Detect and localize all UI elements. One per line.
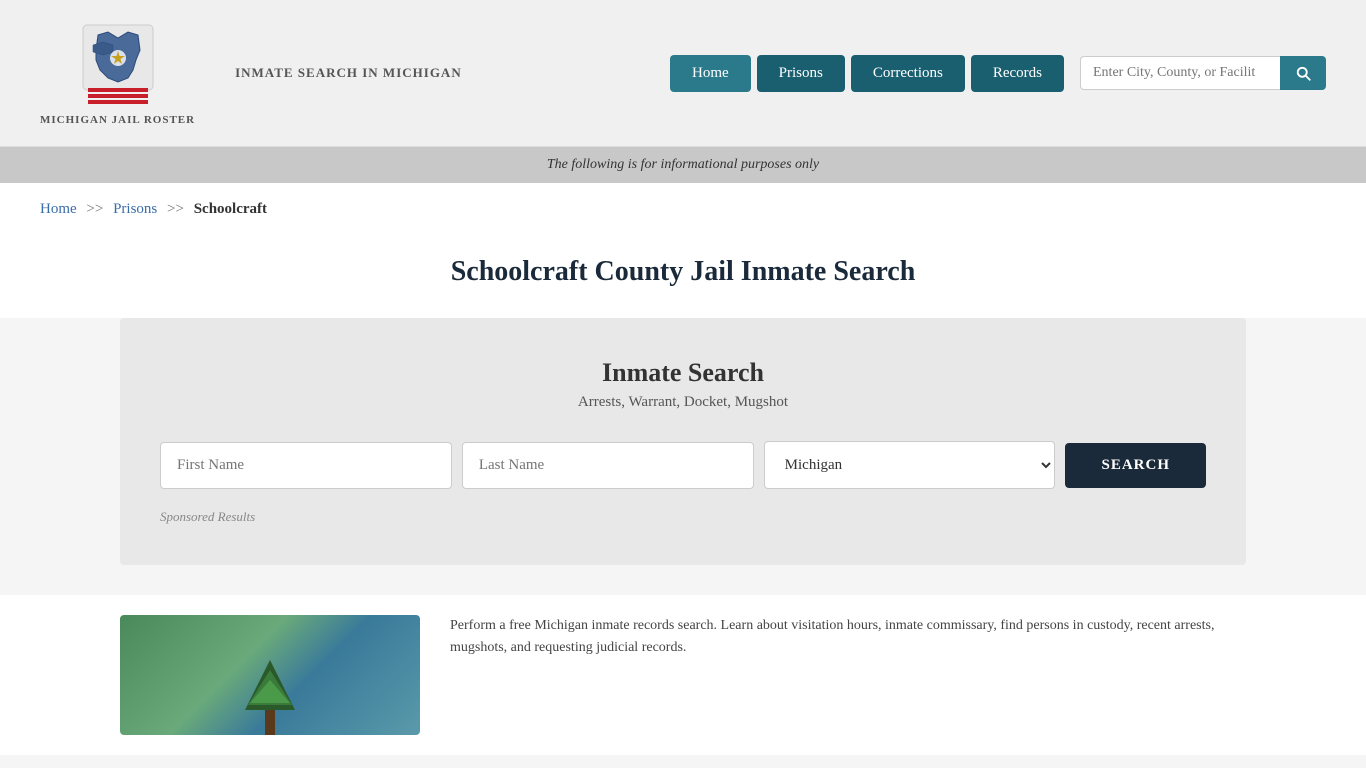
breadcrumb-sep1: >> — [86, 201, 103, 217]
main-nav: Home Prisons Corrections Records — [670, 55, 1326, 92]
sponsored-label: Sponsored Results — [160, 509, 1206, 525]
first-name-input[interactable] — [160, 442, 452, 489]
info-banner: The following is for informational purpo… — [0, 147, 1366, 183]
nav-home-button[interactable]: Home — [670, 55, 751, 92]
nav-corrections-button[interactable]: Corrections — [851, 55, 965, 92]
site-title: INMATE SEARCH IN MICHIGAN — [235, 64, 462, 82]
breadcrumb-sep2: >> — [167, 201, 184, 217]
breadcrumb: Home >> Prisons >> Schoolcraft — [0, 183, 1366, 236]
facility-image — [120, 615, 420, 735]
bottom-section: Perform a free Michigan inmate records s… — [0, 595, 1366, 755]
tree-icon — [240, 655, 300, 735]
search-card: Inmate Search Arrests, Warrant, Docket, … — [120, 318, 1246, 565]
last-name-input[interactable] — [462, 442, 754, 489]
header-search-wrapper — [1080, 56, 1326, 90]
header-search-input[interactable] — [1080, 56, 1280, 90]
nav-records-button[interactable]: Records — [971, 55, 1064, 92]
search-form: Michigan SEARCH — [160, 441, 1206, 489]
breadcrumb-home-link[interactable]: Home — [40, 201, 77, 217]
bottom-description: Perform a free Michigan inmate records s… — [450, 615, 1246, 735]
state-select[interactable]: Michigan — [764, 441, 1056, 489]
breadcrumb-current: Schoolcraft — [194, 201, 267, 217]
info-banner-text: The following is for informational purpo… — [547, 157, 819, 172]
logo-text: MICHIGAN JAIL ROSTER — [40, 114, 195, 126]
search-button[interactable]: SEARCH — [1065, 443, 1206, 488]
header-search-button[interactable] — [1280, 56, 1326, 90]
nav-prisons-button[interactable]: Prisons — [757, 55, 845, 92]
page-title: Schoolcraft County Jail Inmate Search — [40, 256, 1326, 288]
logo-icon — [78, 20, 158, 110]
site-header: MICHIGAN JAIL ROSTER INMATE SEARCH IN MI… — [0, 0, 1366, 147]
breadcrumb-prisons-link[interactable]: Prisons — [113, 201, 157, 217]
page-title-section: Schoolcraft County Jail Inmate Search — [0, 236, 1366, 318]
search-icon — [1294, 64, 1312, 82]
logo-area: MICHIGAN JAIL ROSTER — [40, 20, 195, 126]
search-card-subtitle: Arrests, Warrant, Docket, Mugshot — [160, 394, 1206, 411]
search-card-title: Inmate Search — [160, 358, 1206, 388]
